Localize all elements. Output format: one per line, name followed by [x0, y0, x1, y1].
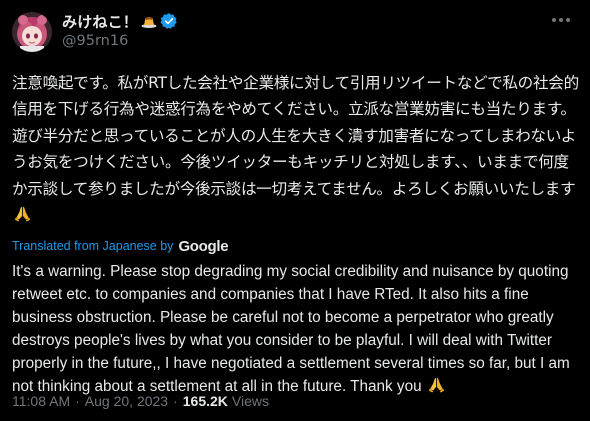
- author-display-name[interactable]: みけねこ！: [62, 11, 138, 32]
- views-label: Views: [231, 393, 270, 409]
- tweet-text-japanese-body: 注意喚起です。私がRTした会社や企業様に対して引用リツイートなどで私の社会的信用…: [12, 74, 579, 198]
- pudding-emoji-icon: [141, 13, 157, 29]
- meta-separator: ·: [173, 393, 178, 409]
- folded-hands-emoji-icon: [14, 204, 31, 222]
- tweet-text-english-body: It's a warning. Please stop degrading my…: [12, 263, 570, 396]
- translated-from-label[interactable]: Translated from Japanese by: [12, 239, 173, 253]
- meta-separator: ·: [75, 393, 80, 409]
- tweet-time[interactable]: 11:08 AM: [12, 393, 70, 409]
- tweet: みけねこ！ @95rn16 注意喚起です。私がRTした会社や企業様に対して引用リ…: [0, 0, 590, 421]
- avatar-image: [12, 12, 52, 52]
- name-row: みけねこ！: [62, 11, 178, 31]
- translation-attribution: Translated from Japanese by Google: [12, 237, 574, 255]
- tweet-text-japanese: 注意喚起です。私がRTした会社や企業様に対して引用リツイートなどで私の社会的信用…: [12, 70, 580, 228]
- folded-hands-emoji-icon: [428, 376, 445, 394]
- author-names: みけねこ！ @95rn16: [62, 11, 178, 49]
- author-handle[interactable]: @95rn16: [62, 33, 178, 49]
- avatar[interactable]: [12, 12, 52, 52]
- tweet-meta: 11:08 AM · Aug 20, 2023 · 165.2K Views: [12, 393, 269, 409]
- views-count[interactable]: 165.2K: [183, 393, 228, 409]
- verified-badge-icon[interactable]: [160, 12, 178, 30]
- tweet-date[interactable]: Aug 20, 2023: [85, 393, 168, 409]
- tweet-header: みけねこ！ @95rn16: [12, 8, 574, 58]
- google-logo: Google: [178, 237, 229, 255]
- tweet-text-english: It's a warning. Please stop degrading my…: [12, 260, 586, 398]
- more-options-icon[interactable]: [550, 10, 572, 30]
